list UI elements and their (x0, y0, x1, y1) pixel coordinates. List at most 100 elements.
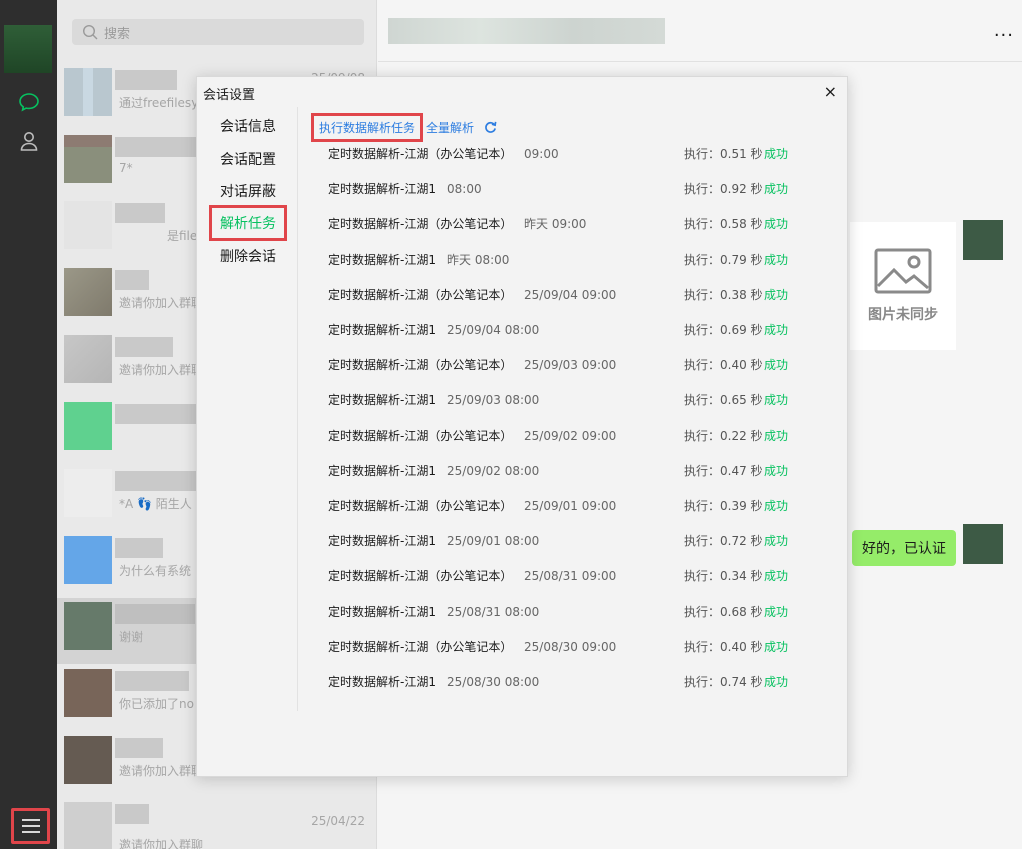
task-name: 定时数据解析-江湖（办公笔记本） (328, 639, 513, 654)
more-options-button[interactable]: ... (994, 22, 1014, 40)
task-exec-duration: 执行：0.51 秒 (684, 147, 763, 161)
conversation-snippet: 邀请你加入群聊 (119, 363, 204, 377)
conversation-avatar (64, 135, 112, 183)
full-parse-button[interactable]: 全量解析 (426, 119, 474, 136)
table-row[interactable]: 定时数据解析-江湖1 25/08/31 08:00 执行：0.68 秒成功 (298, 603, 849, 638)
task-exec-duration: 执行：0.79 秒 (684, 252, 763, 267)
avatar[interactable] (963, 220, 1003, 260)
task-exec-duration: 执行：0.38 秒 (684, 287, 763, 302)
task-time: 25/08/31 08:00 (447, 604, 540, 619)
task-name: 定时数据解析-江湖（办公笔记本） (328, 499, 513, 513)
table-row[interactable]: 定时数据解析-江湖（办公笔记本） 25/08/31 09:00 执行：0.34 秒成… (298, 567, 849, 602)
nav-parse-tasks[interactable]: 解析任务 (209, 205, 287, 241)
table-row[interactable]: 定时数据解析-江湖1 08:00 执行：0.92 秒成功 (298, 180, 849, 215)
conversation-snippet: 你已添加了no (119, 697, 194, 711)
table-row[interactable]: 定时数据解析-江湖（办公笔记本） 25/09/01 09:00 执行：0.39 秒成… (298, 497, 849, 532)
conversation-avatar (64, 335, 112, 383)
table-row[interactable]: 定时数据解析-江湖（办公笔记本） 25/09/03 09:00 执行：0.40 秒成… (298, 356, 849, 391)
task-name: 定时数据解析-江湖1 (328, 604, 436, 619)
task-time: 25/09/02 09:00 (524, 428, 617, 443)
task-exec-duration: 执行：0.58 秒 (684, 217, 763, 232)
table-row[interactable]: 定时数据解析-江湖1 25/09/04 08:00 执行：0.69 秒成功 (298, 321, 849, 356)
avatar[interactable] (963, 524, 1003, 564)
nav-session-config[interactable]: 会话配置 (220, 149, 276, 169)
refresh-button[interactable] (484, 121, 497, 134)
nav-delete-session[interactable]: 删除会话 (220, 246, 276, 266)
task-exec-duration: 执行：0.47 秒 (684, 463, 763, 478)
table-row[interactable]: 定时数据解析-江湖1 25/09/02 08:00 执行：0.47 秒成功 (298, 462, 849, 497)
task-time: 25/09/03 09:00 (524, 358, 617, 373)
task-time: 25/08/31 09:00 (524, 569, 617, 584)
image-message[interactable]: 图片未同步 (850, 222, 956, 350)
task-name: 定时数据解析-江湖（办公笔记本） (328, 217, 513, 232)
conversation-snippet: 是file (167, 229, 198, 243)
conversation-snippet: 邀请你加入群聊 (119, 296, 204, 310)
table-row[interactable]: 定时数据解析-江湖（办公笔记本） 昨天 09:00 执行：0.58 秒成功 (298, 215, 849, 250)
table-row[interactable]: 定时数据解析-江湖（办公笔记本） 25/09/04 09:00 执行：0.38 秒成… (298, 286, 849, 321)
conversation-name (115, 203, 165, 223)
task-exec-duration: 执行：0.40 秒 (684, 358, 763, 373)
conversation-avatar (64, 201, 112, 249)
conversation-name (115, 738, 163, 758)
conversation-name (115, 471, 197, 491)
contacts-icon[interactable] (17, 129, 41, 153)
conversation-name (115, 337, 173, 357)
table-row[interactable]: 定时数据解析-江湖1 25/09/03 08:00 执行：0.65 秒成功 (298, 391, 849, 426)
conversation-snippet: 为什么有系统 (119, 564, 192, 578)
chat-bubble-icon[interactable] (17, 90, 41, 114)
conversation-snippet: 通过freefilesy (119, 96, 199, 110)
nav-conversation-block[interactable]: 对话屏蔽 (220, 181, 276, 201)
nav-session-info[interactable]: 会话信息 (220, 116, 276, 136)
task-name: 定时数据解析-江湖（办公笔记本） (328, 358, 513, 373)
status-badge: 成功 (764, 569, 789, 584)
dialog-nav: 会话信息 会话配置 对话屏蔽 解析任务 删除会话 (197, 107, 298, 711)
task-time: 25/08/30 09:00 (524, 639, 617, 654)
status-badge: 成功 (764, 147, 789, 161)
menu-button[interactable] (11, 808, 50, 844)
list-item[interactable]: 邀请你加入群聊 25/04/22 (57, 798, 377, 849)
search-input[interactable]: 搜索 (72, 19, 364, 45)
conversation-snippet: 7* (119, 161, 133, 175)
conversation-avatar (64, 469, 112, 517)
table-row[interactable]: 定时数据解析-江湖1 25/09/01 08:00 执行：0.72 秒成功 (298, 532, 849, 567)
table-row[interactable]: 定时数据解析-江湖（办公笔记本） 25/09/02 09:00 执行：0.22 秒成… (298, 427, 849, 462)
conversation-name (115, 137, 197, 157)
conversation-name (115, 538, 163, 558)
table-row[interactable]: 定时数据解析-江湖（办公笔记本） 09:00 执行：0.51 秒成功 (298, 145, 849, 180)
conversation-avatar (64, 602, 112, 650)
close-button[interactable]: × (824, 82, 837, 101)
conversation-date: 25/04/22 (311, 814, 365, 828)
status-badge: 成功 (764, 639, 789, 654)
status-badge: 成功 (764, 499, 789, 513)
conversation-avatar (64, 402, 112, 450)
task-exec-duration: 执行：0.34 秒 (684, 569, 763, 584)
task-time: 25/09/03 08:00 (447, 393, 540, 408)
conversation-name (115, 70, 177, 90)
task-name: 定时数据解析-江湖（办公笔记本） (328, 147, 513, 161)
table-row[interactable]: 定时数据解析-江湖（办公笔记本） 25/08/30 09:00 执行：0.40 秒成… (298, 638, 849, 673)
conversation-snippet: 邀请你加入群聊 (119, 838, 204, 849)
task-name: 定时数据解析-江湖（办公笔记本） (328, 428, 513, 443)
table-row[interactable]: 定时数据解析-江湖1 25/08/30 08:00 执行：0.74 秒成功 (298, 673, 849, 708)
status-badge: 成功 (764, 604, 789, 619)
status-badge: 成功 (764, 463, 789, 478)
status-badge: 成功 (764, 534, 789, 549)
image-placeholder-label: 图片未同步 (868, 307, 938, 323)
task-exec-duration: 执行：0.65 秒 (684, 393, 763, 408)
status-badge: 成功 (764, 287, 789, 302)
nav-rail (0, 0, 57, 849)
user-avatar[interactable] (4, 25, 52, 73)
conversation-name (115, 270, 149, 290)
task-time: 08:00 (447, 182, 482, 197)
status-badge: 成功 (764, 428, 789, 443)
table-row[interactable]: 定时数据解析-江湖1 昨天 08:00 执行：0.79 秒成功 (298, 251, 849, 286)
task-toolbar: 执行数据解析任务 全量解析 (311, 112, 497, 142)
execute-parse-task-button[interactable]: 执行数据解析任务 (311, 112, 424, 142)
conversation-avatar (64, 802, 112, 849)
status-badge: 成功 (764, 393, 789, 408)
task-time: 25/09/01 09:00 (524, 499, 617, 513)
task-time: 25/09/04 08:00 (447, 323, 540, 337)
conversation-name (115, 404, 197, 424)
status-badge: 成功 (764, 217, 789, 232)
search-placeholder: 搜索 (104, 26, 131, 42)
